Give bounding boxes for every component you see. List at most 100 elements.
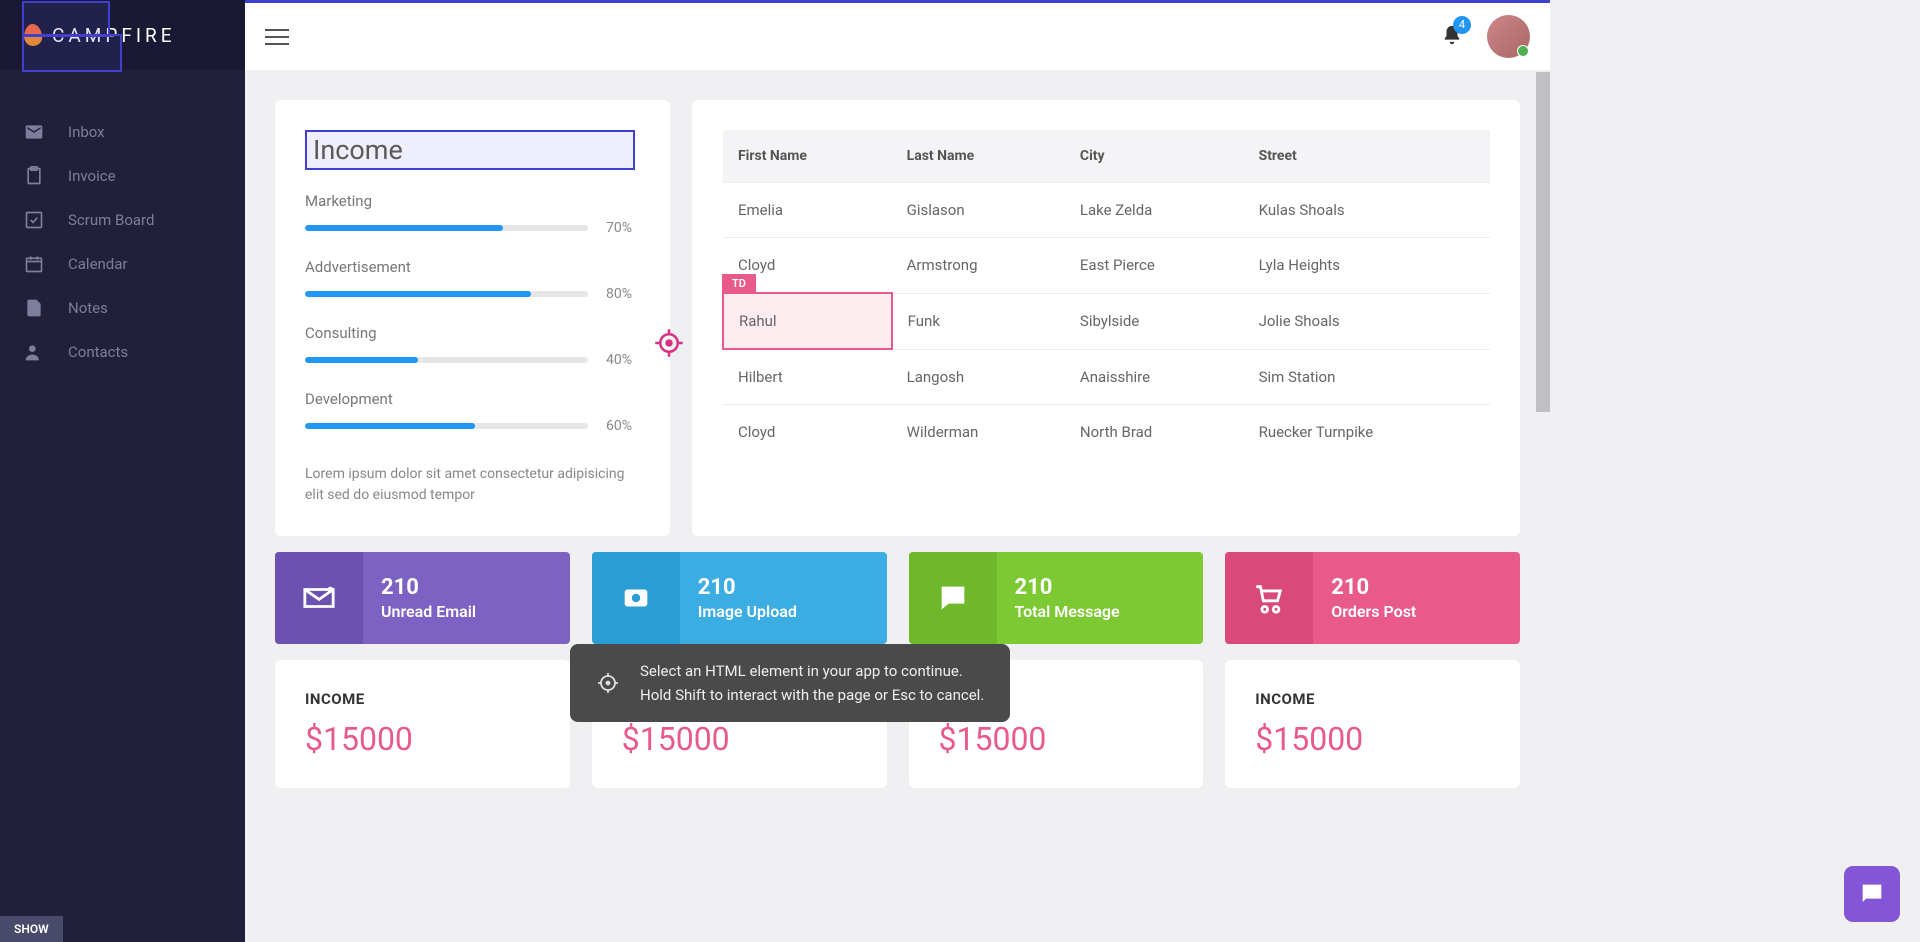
income-title: Income xyxy=(305,130,635,170)
nav-label: Notes xyxy=(68,299,108,317)
sidebar-item-scrum[interactable]: Scrum Board xyxy=(0,198,245,242)
notification-badge: 4 xyxy=(1453,16,1471,34)
table-cell: Gislason xyxy=(892,183,1065,238)
inspector-tag: TD xyxy=(722,274,756,293)
table-cell: Lake Zelda xyxy=(1065,183,1244,238)
th-street[interactable]: Street xyxy=(1244,130,1490,183)
stat-label: Image Upload xyxy=(698,602,869,621)
progress-label: Marketing xyxy=(305,192,640,210)
income-card: Income Marketing 70% Addvertisement 80% Cons… xyxy=(275,100,670,536)
topbar: 4 xyxy=(245,0,1550,70)
mini-value: $15000 xyxy=(1255,720,1490,758)
table-card: First Name Last Name City Street EmeliaG… xyxy=(692,100,1520,536)
table-row[interactable]: CloydArmstrongEast PierceLyla Heights xyxy=(723,238,1490,294)
sidebar-item-contacts[interactable]: Contacts xyxy=(0,330,245,374)
table-cell: Ruecker Turnpike xyxy=(1244,405,1490,460)
th-lastname[interactable]: Last Name xyxy=(892,130,1065,183)
income-footer: Lorem ipsum dolor sit amet consectetur a… xyxy=(305,464,640,506)
stat-card[interactable]: 210Total Message xyxy=(909,552,1204,644)
sidebar-item-invoice[interactable]: Invoice xyxy=(0,154,245,198)
nav-label: Invoice xyxy=(68,167,116,185)
main: 4 Income Marketing 70% Addvertisement 80% Co… xyxy=(245,0,1550,942)
brand-text: CAMPFIRE xyxy=(52,24,176,47)
hamburger-icon[interactable] xyxy=(265,24,289,50)
table-cell: Sim Station xyxy=(1244,349,1490,405)
table-cell: Funk xyxy=(892,293,1065,349)
stat-icon xyxy=(1225,552,1313,644)
table-row[interactable]: HilbertLangoshAnaisshireSim Station xyxy=(723,349,1490,405)
calendar-icon xyxy=(24,254,44,274)
sidebar-item-calendar[interactable]: Calendar xyxy=(0,242,245,286)
mini-value: $15000 xyxy=(622,720,857,758)
nav-label: Scrum Board xyxy=(68,211,154,229)
table-row[interactable]: EmeliaGislasonLake ZeldaKulas Shoals xyxy=(723,183,1490,238)
nav: Inbox Invoice Scrum Board Calendar Notes… xyxy=(0,70,245,414)
mini-title: INCOME xyxy=(1255,690,1490,708)
stat-number: 210 xyxy=(1331,575,1502,600)
progress-label: Development xyxy=(305,390,640,408)
chat-button[interactable] xyxy=(1844,866,1900,922)
nav-label: Contacts xyxy=(68,343,128,361)
stat-card[interactable]: 210Orders Post xyxy=(1225,552,1520,644)
stat-icon xyxy=(275,552,363,644)
chat-icon xyxy=(1858,880,1886,908)
progress-label: Addvertisement xyxy=(305,258,640,276)
table-row[interactable]: RahulTDFunkSibylsideJolie Shoals xyxy=(723,293,1490,349)
table-cell: Anaisshire xyxy=(1065,349,1244,405)
table-cell: Emelia xyxy=(723,183,892,238)
inspector-hint: Select an HTML element in your app to co… xyxy=(570,644,1010,722)
mini-card: INCOME $15000 xyxy=(275,660,570,788)
stat-card[interactable]: 210Image Upload xyxy=(592,552,887,644)
logo[interactable]: CAMPFIRE xyxy=(0,0,245,70)
table-row[interactable]: CloydWildermanNorth BradRuecker Turnpike xyxy=(723,405,1490,460)
sidebar-item-inbox[interactable]: Inbox xyxy=(0,110,245,154)
crosshair-icon xyxy=(654,328,684,358)
table-cell: Kulas Shoals xyxy=(1244,183,1490,238)
table-cell: Lyla Heights xyxy=(1244,238,1490,294)
stat-number: 210 xyxy=(381,575,552,600)
mini-card: INCOME $15000 xyxy=(1225,660,1520,788)
table-cell: Armstrong xyxy=(892,238,1065,294)
table-cell: Hilbert xyxy=(723,349,892,405)
flame-icon xyxy=(23,23,43,46)
mini-value: $15000 xyxy=(305,720,540,758)
progress-track xyxy=(305,357,588,363)
table-cell: Langosh xyxy=(892,349,1065,405)
file-icon xyxy=(24,298,44,318)
progress-track xyxy=(305,291,588,297)
table-cell: Jolie Shoals xyxy=(1244,293,1490,349)
progress-track xyxy=(305,423,588,429)
progress-value: 80% xyxy=(606,286,640,302)
stat-icon xyxy=(909,552,997,644)
data-table: First Name Last Name City Street EmeliaG… xyxy=(722,130,1490,459)
progress-track xyxy=(305,225,588,231)
mini-title: INCOME xyxy=(305,690,540,708)
scrollbar[interactable] xyxy=(1536,72,1550,412)
progress-value: 70% xyxy=(606,220,640,236)
user-plus-icon xyxy=(24,342,44,362)
clipboard-icon xyxy=(24,166,44,186)
nav-label: Calendar xyxy=(68,255,128,273)
mail-icon xyxy=(24,122,44,142)
th-firstname[interactable]: First Name xyxy=(723,130,892,183)
stat-icon xyxy=(592,552,680,644)
avatar[interactable] xyxy=(1487,15,1530,58)
stat-card[interactable]: 210 Unread Email xyxy=(275,552,570,644)
stat-label: Unread Email xyxy=(381,602,552,621)
table-cell: North Brad xyxy=(1065,405,1244,460)
notifications-button[interactable]: 4 xyxy=(1441,24,1463,50)
nav-label: Inbox xyxy=(68,123,105,141)
sidebar-item-notes[interactable]: Notes xyxy=(0,286,245,330)
check-square-icon xyxy=(24,210,44,230)
sidebar: CAMPFIRE Inbox Invoice Scrum Board Calen… xyxy=(0,0,245,942)
target-icon xyxy=(596,671,620,695)
table-cell: East Pierce xyxy=(1065,238,1244,294)
progress-label: Consulting xyxy=(305,324,640,342)
th-city[interactable]: City xyxy=(1065,130,1244,183)
table-cell: Sibylside xyxy=(1065,293,1244,349)
stat-label: Total Message xyxy=(1015,602,1186,621)
show-button[interactable]: SHOW xyxy=(0,916,63,942)
progress-value: 60% xyxy=(606,418,640,434)
hint-line1: Select an HTML element in your app to co… xyxy=(640,659,984,683)
progress-value: 40% xyxy=(606,352,640,368)
